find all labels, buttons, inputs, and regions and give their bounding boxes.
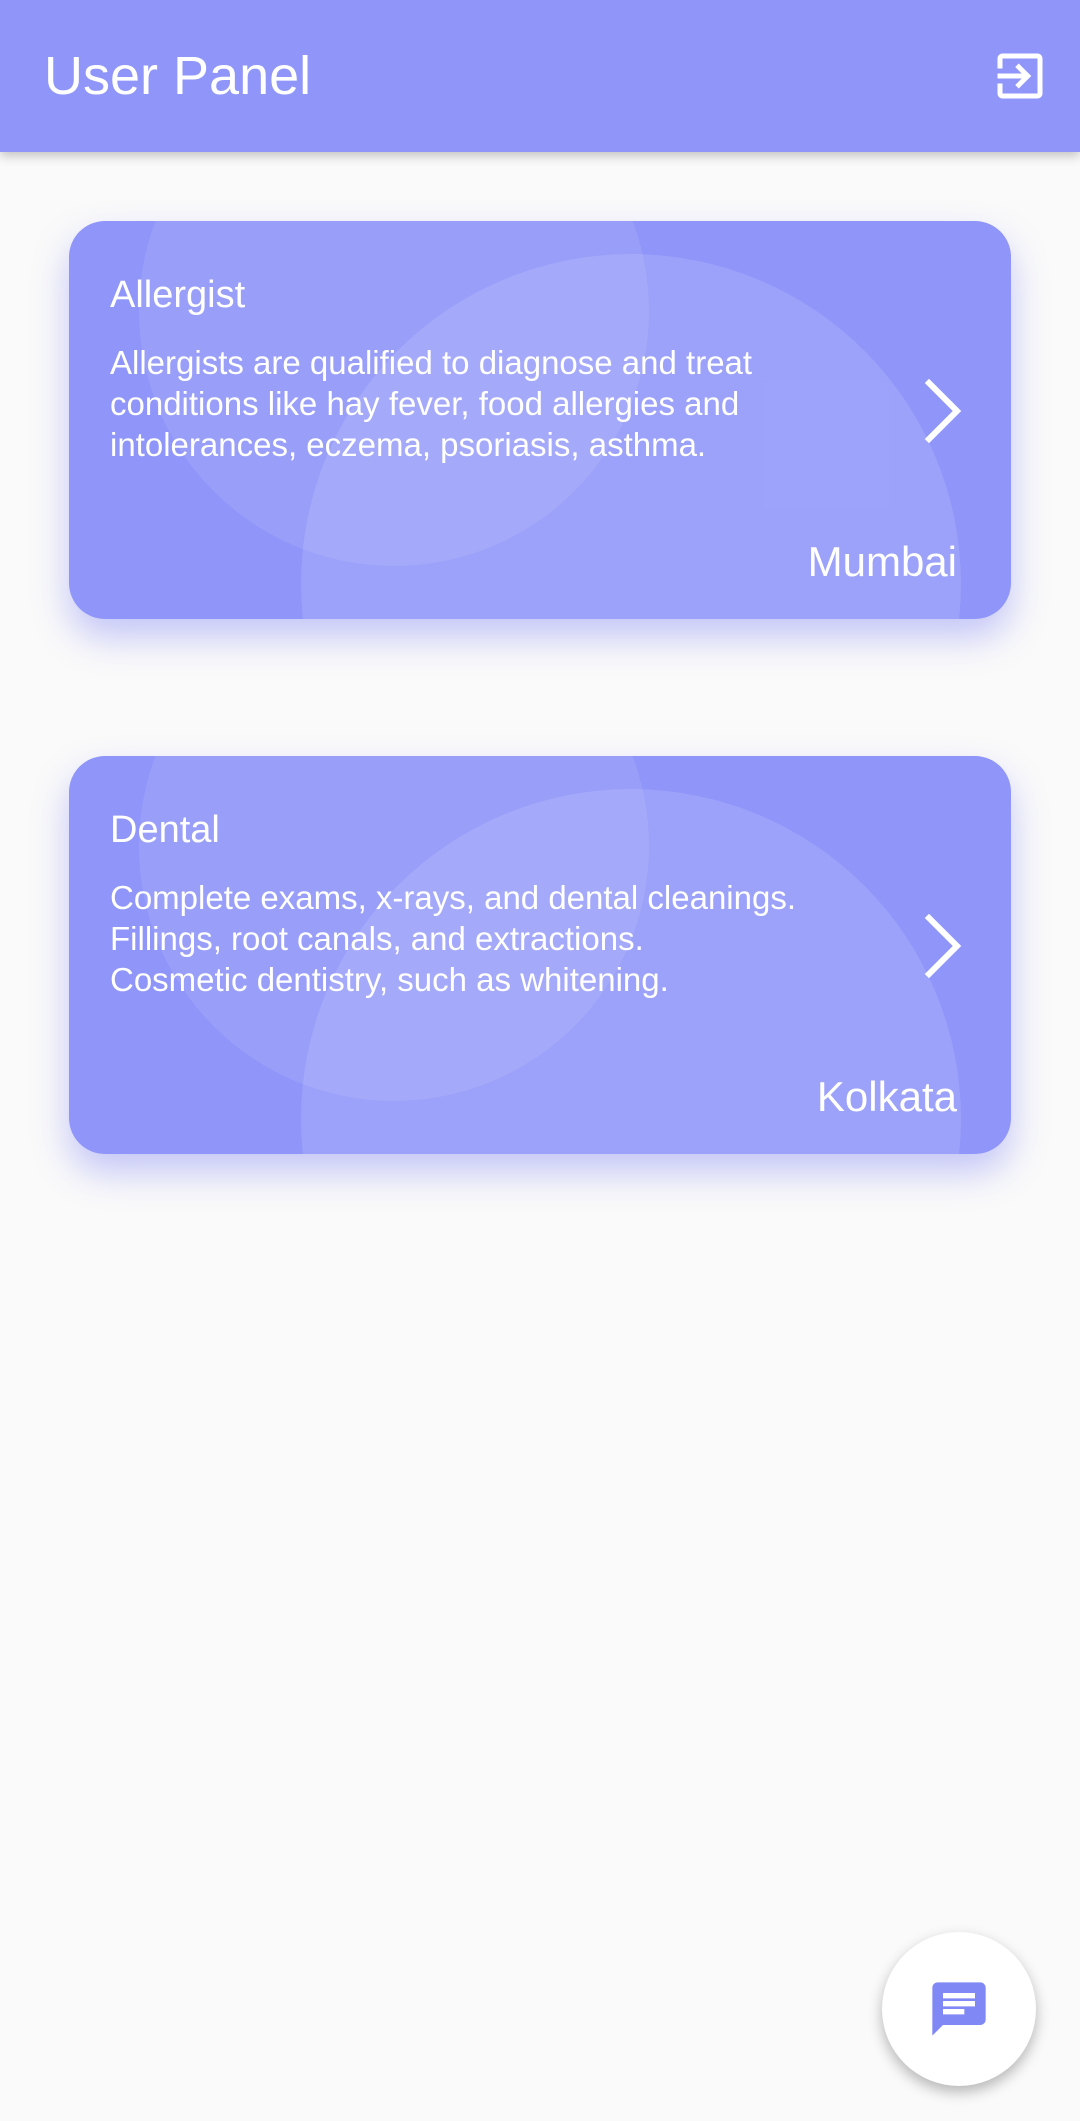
app-bar: User Panel bbox=[0, 0, 1080, 152]
service-card-dental[interactable]: Dental Complete exams, x-rays, and denta… bbox=[69, 756, 1011, 1154]
card-location: Mumbai bbox=[807, 538, 957, 585]
logout-button[interactable] bbox=[990, 46, 1050, 106]
card-description-line: Allergists are qualified to diagnose and… bbox=[110, 344, 753, 381]
card-title: Allergist bbox=[110, 274, 246, 316]
card-description: Allergists are qualified to diagnose and… bbox=[110, 342, 890, 465]
card-description-line: Cosmetic dentistry, such as whitening. bbox=[110, 961, 669, 998]
exit-to-app-icon bbox=[997, 53, 1043, 99]
card-location: Kolkata bbox=[816, 1073, 957, 1120]
page-title: User Panel bbox=[44, 46, 312, 106]
card-description-line: Fillings, root canals, and extractions. bbox=[110, 920, 644, 957]
chat-message-icon bbox=[932, 1982, 986, 2036]
chevron-right-icon[interactable] bbox=[923, 379, 963, 443]
card-title: Dental bbox=[110, 809, 220, 851]
service-card-allergist[interactable]: Allergist Allergists are qualified to di… bbox=[69, 221, 1011, 619]
card-description-line: conditions like hay fever, food allergie… bbox=[110, 385, 740, 422]
card-description: Complete exams, x-rays, and dental clean… bbox=[110, 877, 890, 1000]
card-description-line: intolerances, eczema, psoriasis, asthma. bbox=[110, 426, 707, 463]
chevron-right-icon[interactable] bbox=[923, 914, 963, 978]
chat-fab-button[interactable] bbox=[882, 1932, 1036, 2086]
card-description-line: Complete exams, x-rays, and dental clean… bbox=[110, 879, 797, 916]
